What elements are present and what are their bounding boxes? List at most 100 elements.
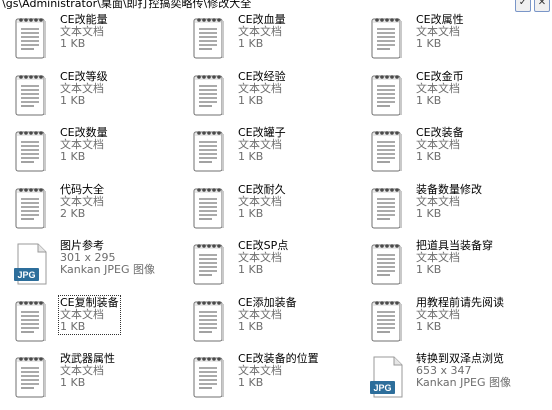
file-name: 用教程前请先阅读 xyxy=(416,295,504,309)
file-item[interactable]: CE改经验 文本文档 1 KB xyxy=(180,69,358,121)
file-size: 1 KB xyxy=(60,319,86,333)
file-size: 1 KB xyxy=(238,206,264,220)
file-text: CE复制装备 文本文档 1 KB xyxy=(58,294,121,335)
file-type: 文本文档 xyxy=(60,81,104,95)
file-item[interactable]: CE改等级 文本文档 1 KB xyxy=(2,69,180,121)
file-size: 1 KB xyxy=(238,37,264,50)
file-item[interactable]: CE添加装备 文本文档 1 KB xyxy=(180,295,358,347)
text-file-icon xyxy=(192,299,226,343)
file-text: 把道具当装备穿 文本文档 1 KB xyxy=(416,240,493,276)
file-size: 1 KB xyxy=(60,376,86,389)
file-name: 代码大全 xyxy=(60,182,104,196)
file-item[interactable]: 代码大全 文本文档 2 KB xyxy=(2,182,180,234)
file-size: Kankan JPEG 图像 xyxy=(416,376,511,389)
file-name: CE改经验 xyxy=(238,69,286,83)
file-item[interactable]: CE复制装备 文本文档 1 KB xyxy=(2,294,180,347)
file-text: CE改装备的位置 文本文档 1 KB xyxy=(238,353,319,389)
file-size: 1 KB xyxy=(416,37,442,50)
file-size: 1 KB xyxy=(238,319,264,333)
file-name: CE改金币 xyxy=(416,69,464,83)
text-file-icon xyxy=(371,300,402,341)
file-item[interactable]: 装备数量修改 文本文档 1 KB xyxy=(358,182,536,234)
file-text: 代码大全 文本文档 2 KB xyxy=(60,182,104,220)
file-item[interactable]: CE改血量 文本文档 1 KB xyxy=(180,12,358,64)
text-file-icon xyxy=(192,16,226,60)
text-file-icon xyxy=(371,131,402,172)
text-file-icon xyxy=(14,73,48,117)
file-text: CE改血量 文本文档 1 KB xyxy=(238,14,286,50)
file-text: 装备数量修改 文本文档 1 KB xyxy=(416,182,482,220)
file-type: 文本文档 xyxy=(238,307,282,321)
text-file-icon xyxy=(371,18,402,59)
text-file-icon xyxy=(193,244,224,285)
file-text: CE改经验 文本文档 1 KB xyxy=(238,69,286,107)
file-size: 1 KB xyxy=(238,376,264,389)
file-name: CE改耐久 xyxy=(238,182,286,196)
file-item[interactable]: CE改耐久 文本文档 1 KB xyxy=(180,182,358,234)
file-type: 文本文档 xyxy=(416,307,460,321)
svg-text:JPG: JPG xyxy=(373,383,391,393)
file-item[interactable]: JPG 图片参考 301 x 295 Kankan JPEG 图像 xyxy=(2,238,180,290)
file-item[interactable]: CE改属性 文本文档 1 KB xyxy=(358,12,536,64)
file-size: Kankan JPEG 图像 xyxy=(60,263,155,276)
text-file-icon xyxy=(14,355,48,399)
text-file-icon xyxy=(193,74,224,115)
text-file-icon xyxy=(15,74,46,115)
file-size: 1 KB xyxy=(416,319,442,333)
text-file-icon xyxy=(14,129,48,173)
text-file-icon xyxy=(193,131,224,172)
file-item[interactable]: 把道具当装备穿 文本文档 1 KB xyxy=(358,238,536,290)
file-size: 1 KB xyxy=(416,206,442,220)
text-file-icon xyxy=(15,18,46,59)
address-bar[interactable]: \gs\Administrator\桌面\即打控搞奕略传\修改大全 ✓ ✕ xyxy=(0,0,552,12)
go-button[interactable]: ✓ xyxy=(515,0,531,12)
file-size: 1 KB xyxy=(238,263,264,276)
file-size: 1 KB xyxy=(238,150,264,163)
file-size: 1 KB xyxy=(60,93,86,107)
text-file-icon xyxy=(14,299,48,343)
text-file-icon xyxy=(14,16,48,60)
text-file-icon xyxy=(14,186,48,230)
file-size: 1 KB xyxy=(238,93,264,107)
file-item[interactable]: CE改数量 文本文档 1 KB xyxy=(2,125,180,177)
address-path: \gs\Administrator\桌面\即打控搞奕略传\修改大全 xyxy=(2,0,252,10)
file-item[interactable]: CE改能量 文本文档 1 KB xyxy=(2,12,180,64)
file-type: 文本文档 xyxy=(416,194,460,208)
file-item[interactable]: 用教程前请先阅读 文本文档 1 KB xyxy=(358,295,536,347)
file-text: 用教程前请先阅读 文本文档 1 KB xyxy=(416,295,504,333)
file-size: 1 KB xyxy=(416,93,442,107)
close-button[interactable]: ✕ xyxy=(534,0,550,12)
file-text: CE改等级 文本文档 1 KB xyxy=(60,69,108,107)
file-size: 1 KB xyxy=(60,37,86,50)
file-size: 1 KB xyxy=(416,150,442,163)
jpg-file-icon: JPG xyxy=(370,355,404,399)
text-file-icon xyxy=(15,300,46,341)
text-file-icon xyxy=(193,357,224,398)
file-text: CE添加装备 文本文档 1 KB xyxy=(238,296,297,333)
file-item[interactable]: JPG 转换到双泽点浏览 653 x 347 Kankan JPEG 图像 xyxy=(358,351,536,403)
text-file-icon xyxy=(193,187,224,228)
text-file-icon xyxy=(15,357,46,398)
file-type: 文本文档 xyxy=(416,81,460,95)
text-file-icon xyxy=(192,129,226,173)
text-file-icon xyxy=(370,299,404,343)
file-name: 装备数量修改 xyxy=(416,182,482,196)
text-file-icon xyxy=(192,186,226,230)
text-file-icon xyxy=(370,129,404,173)
file-item[interactable]: CE改金币 文本文档 1 KB xyxy=(358,69,536,121)
file-item[interactable]: CE改SP点 文本文档 1 KB xyxy=(180,238,358,290)
file-item[interactable]: CE改装备 文本文档 1 KB xyxy=(358,125,536,177)
file-text: CE改能量 文本文档 1 KB xyxy=(60,14,108,50)
file-text: CE改耐久 文本文档 1 KB xyxy=(238,182,286,220)
file-item[interactable]: CE改装备的位置 文本文档 1 KB xyxy=(180,351,358,403)
file-item[interactable]: 改武器属性 文本文档 1 KB xyxy=(2,351,180,403)
file-text: CE改数量 文本文档 1 KB xyxy=(60,127,108,163)
text-file-icon xyxy=(370,16,404,60)
file-size: 1 KB xyxy=(416,263,442,276)
file-item[interactable]: CE改罐子 文本文档 1 KB xyxy=(180,125,358,177)
text-file-icon xyxy=(193,18,224,59)
text-file-icon xyxy=(15,131,46,172)
file-list: CE改能量 文本文档 1 KB CE改血量 文本文档 1 KB CE改属性 文本文档 1 K… xyxy=(0,12,552,410)
file-size: 2 KB xyxy=(60,206,86,220)
file-name: CE改等级 xyxy=(60,69,108,83)
